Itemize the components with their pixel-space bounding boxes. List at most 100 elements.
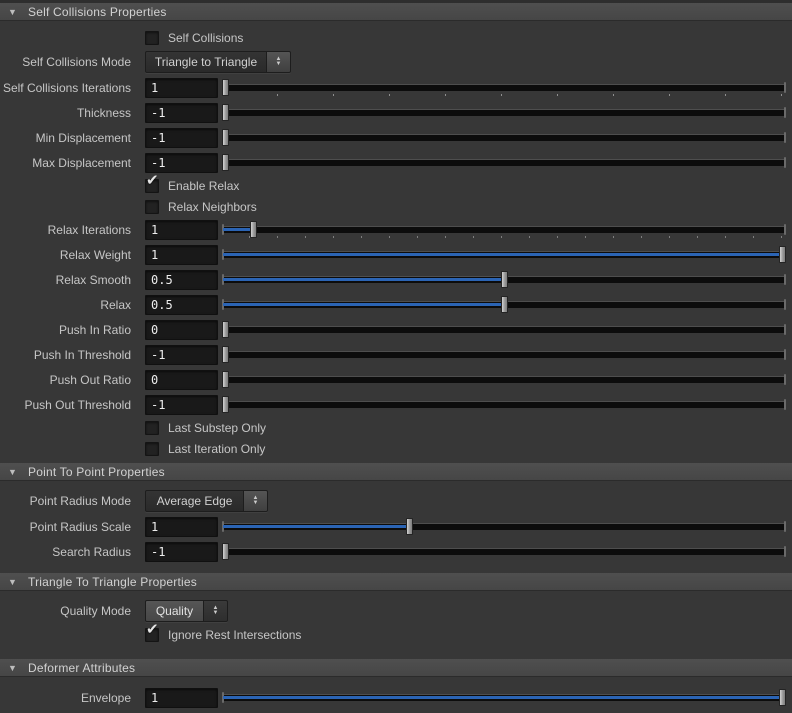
point-radius-scale-slider[interactable] bbox=[222, 517, 786, 537]
relax-field[interactable]: 0.5 bbox=[145, 294, 218, 315]
slider-track[interactable] bbox=[222, 225, 786, 233]
section-body-self-collisions: Self Collisions Self Collisions Mode Tri… bbox=[0, 21, 792, 463]
quality-mode-dropdown[interactable]: Quality ▲ ▼ bbox=[145, 599, 228, 622]
envelope-slider[interactable] bbox=[222, 688, 786, 708]
relax-weight-slider[interactable] bbox=[222, 245, 786, 265]
ignore-rest-intersections-label: Ignore Rest Intersections bbox=[168, 627, 302, 642]
row-point-radius-mode: Point Radius Mode Average Edge ▲ ▼ bbox=[0, 487, 792, 514]
last-substep-only-checkbox[interactable] bbox=[145, 420, 159, 435]
self-collisions-checkbox[interactable] bbox=[145, 30, 159, 45]
relax-slider[interactable] bbox=[222, 295, 786, 315]
search-radius-slider[interactable] bbox=[222, 542, 786, 562]
row-self-collisions-iterations: Self Collisions Iterations 1 bbox=[0, 75, 792, 100]
slider-handle[interactable] bbox=[222, 345, 229, 363]
thickness-field[interactable]: -1 bbox=[145, 102, 218, 123]
self-collisions-mode-dropdown[interactable]: Triangle to Triangle ▲ ▼ bbox=[145, 50, 291, 73]
self-collisions-iterations-slider[interactable] bbox=[222, 78, 786, 98]
dropdown-spinner-icon[interactable]: ▲ ▼ bbox=[204, 600, 227, 621]
relax-weight-label: Relax Weight bbox=[59, 247, 131, 262]
push-out-threshold-label: Push Out Threshold bbox=[24, 397, 131, 412]
row-push-out-threshold: Push Out Threshold -1 bbox=[0, 392, 792, 417]
row-relax-weight: Relax Weight 1 bbox=[0, 242, 792, 267]
collapse-triangle-icon: ▼ bbox=[8, 6, 17, 17]
section-header-deformer-attributes[interactable]: ▼ Deformer Attributes bbox=[0, 659, 792, 677]
section-header-triangle-to-triangle-properties[interactable]: ▼ Triangle To Triangle Properties bbox=[0, 573, 792, 591]
push-out-threshold-field[interactable]: -1 bbox=[145, 394, 218, 415]
dropdown-spinner-icon[interactable]: ▲ ▼ bbox=[244, 490, 267, 511]
row-point-radius-scale: Point Radius Scale 1 bbox=[0, 514, 792, 539]
max-displacement-slider[interactable] bbox=[222, 153, 786, 173]
envelope-label: Envelope bbox=[80, 690, 131, 705]
check-icon: ✔ bbox=[146, 171, 159, 189]
slider-handle[interactable] bbox=[222, 370, 229, 388]
slider-handle[interactable] bbox=[222, 542, 229, 560]
slider-track[interactable] bbox=[222, 400, 786, 408]
slider-handle[interactable] bbox=[405, 517, 413, 535]
slider-handle[interactable] bbox=[779, 688, 786, 706]
relax-smooth-field[interactable]: 0.5 bbox=[145, 269, 218, 290]
section-title: Deformer Attributes bbox=[28, 660, 136, 675]
collapse-triangle-icon: ▼ bbox=[8, 576, 17, 587]
push-in-threshold-field[interactable]: -1 bbox=[145, 344, 218, 365]
point-radius-mode-dropdown[interactable]: Average Edge ▲ ▼ bbox=[145, 489, 268, 512]
relax-label: Relax bbox=[100, 297, 131, 312]
slider-track[interactable] bbox=[222, 83, 786, 91]
push-in-ratio-field[interactable]: 0 bbox=[145, 319, 218, 340]
relax-smooth-slider[interactable] bbox=[222, 270, 786, 290]
section-title: Point To Point Properties bbox=[28, 464, 165, 479]
self-collisions-label: Self Collisions bbox=[168, 30, 244, 45]
slider-track[interactable] bbox=[222, 325, 786, 333]
min-displacement-label: Min Displacement bbox=[35, 130, 131, 145]
section-body-point-to-point: Point Radius Mode Average Edge ▲ ▼ Point … bbox=[0, 481, 792, 573]
slider-handle[interactable] bbox=[222, 320, 229, 338]
section-title: Triangle To Triangle Properties bbox=[28, 574, 197, 589]
relax-iterations-slider[interactable] bbox=[222, 220, 786, 240]
row-thickness: Thickness -1 bbox=[0, 100, 792, 125]
section-header-point-to-point-properties[interactable]: ▼ Point To Point Properties bbox=[0, 463, 792, 481]
slider-track[interactable] bbox=[222, 375, 786, 383]
self-collisions-iterations-field[interactable]: 1 bbox=[145, 77, 218, 98]
slider-track[interactable] bbox=[222, 547, 786, 555]
enable-relax-label: Enable Relax bbox=[168, 178, 240, 193]
row-relax-smooth: Relax Smooth 0.5 bbox=[0, 267, 792, 292]
push-out-ratio-slider[interactable] bbox=[222, 370, 786, 390]
row-self-collisions: Self Collisions bbox=[0, 27, 792, 48]
section-header-self-collisions-properties[interactable]: ▼ Self Collisions Properties bbox=[0, 3, 792, 21]
relax-neighbors-checkbox[interactable] bbox=[145, 199, 159, 214]
min-displacement-slider[interactable] bbox=[222, 128, 786, 148]
min-displacement-field[interactable]: -1 bbox=[145, 127, 218, 148]
relax-iterations-field[interactable]: 1 bbox=[145, 219, 218, 240]
last-substep-only-label: Last Substep Only bbox=[168, 420, 267, 435]
slider-handle[interactable] bbox=[222, 128, 229, 146]
slider-track[interactable] bbox=[222, 350, 786, 358]
slider-handle[interactable] bbox=[500, 270, 508, 288]
ignore-rest-intersections-checkbox[interactable]: ✔ bbox=[145, 622, 159, 642]
quality-mode-label: Quality Mode bbox=[60, 603, 131, 618]
enable-relax-checkbox[interactable]: ✔ bbox=[145, 173, 159, 193]
slider-track[interactable] bbox=[222, 133, 786, 141]
push-out-threshold-slider[interactable] bbox=[222, 395, 786, 415]
self-collisions-mode-label: Self Collisions Mode bbox=[22, 54, 131, 69]
row-envelope: Envelope 1 bbox=[0, 685, 792, 710]
slider-handle[interactable] bbox=[222, 103, 229, 121]
slider-handle[interactable] bbox=[249, 220, 257, 238]
push-in-ratio-slider[interactable] bbox=[222, 320, 786, 340]
slider-handle[interactable] bbox=[779, 245, 786, 263]
push-in-threshold-slider[interactable] bbox=[222, 345, 786, 365]
slider-handle[interactable] bbox=[222, 153, 229, 171]
relax-weight-field[interactable]: 1 bbox=[145, 244, 218, 265]
envelope-field[interactable]: 1 bbox=[145, 687, 218, 708]
dropdown-spinner-icon[interactable]: ▲ ▼ bbox=[267, 51, 290, 72]
max-displacement-field[interactable]: -1 bbox=[145, 152, 218, 173]
thickness-slider[interactable] bbox=[222, 103, 786, 123]
slider-handle[interactable] bbox=[222, 78, 229, 96]
row-ignore-rest-intersections: ✔ Ignore Rest Intersections bbox=[0, 622, 792, 645]
slider-track[interactable] bbox=[222, 158, 786, 166]
slider-track[interactable] bbox=[222, 108, 786, 116]
point-radius-scale-field[interactable]: 1 bbox=[145, 516, 218, 537]
slider-handle[interactable] bbox=[222, 395, 229, 413]
search-radius-field[interactable]: -1 bbox=[145, 541, 218, 562]
push-out-ratio-field[interactable]: 0 bbox=[145, 369, 218, 390]
last-iteration-only-checkbox[interactable] bbox=[145, 441, 159, 456]
slider-handle[interactable] bbox=[500, 295, 508, 313]
